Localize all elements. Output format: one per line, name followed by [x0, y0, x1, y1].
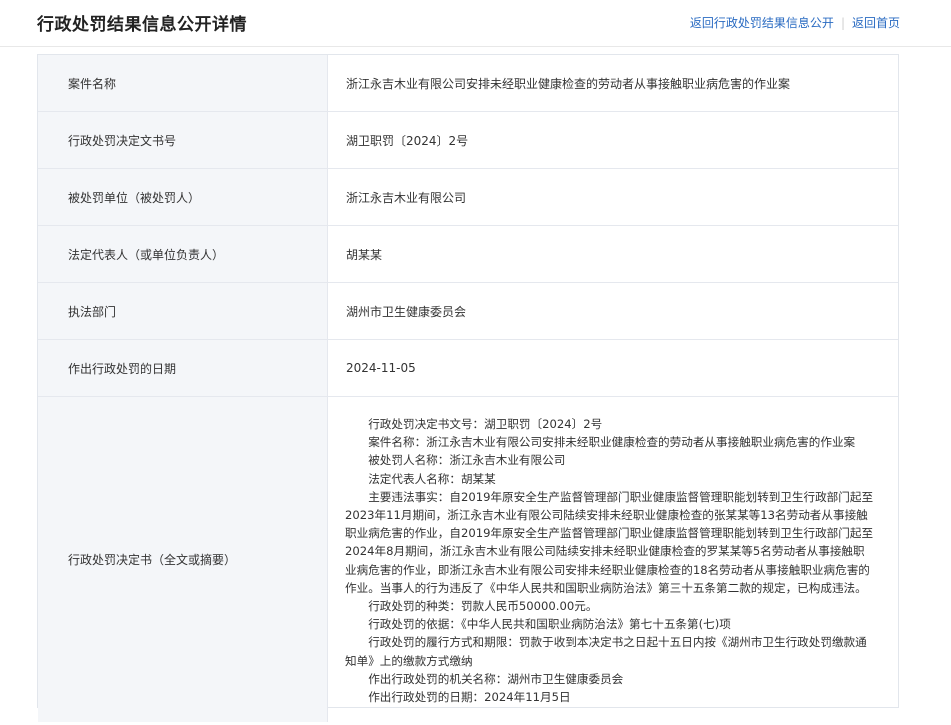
- decision-paragraph: 法定代表人名称：胡某某: [368, 471, 496, 486]
- decision-paragraph: 案件名称：浙江永吉木业有限公司安排未经职业健康检查的劳动者从事接触职业病危害的作…: [368, 435, 856, 450]
- header-links: 返回行政处罚结果信息公开 | 返回首页: [690, 14, 900, 31]
- field-label-penalized-party: 被处罚单位（被处罚人）: [38, 168, 328, 226]
- field-value-penalized-party: 浙江永吉木业有限公司: [327, 168, 898, 226]
- field-label-document-number: 行政处罚决定文书号: [38, 111, 328, 169]
- decision-paragraph: 作出行政处罚的机关名称：湖州市卫生健康委员会: [368, 671, 624, 686]
- field-value-document-number: 湖卫职罚〔2024〕2号: [327, 111, 898, 169]
- table-row: 作出行政处罚的日期 2024-11-05: [38, 339, 898, 397]
- field-label-case-name: 案件名称: [38, 55, 328, 112]
- detail-card: 案件名称 浙江永吉木业有限公司安排未经职业健康检查的劳动者从事接触职业病危害的作…: [37, 54, 899, 723]
- field-label-legal-representative: 法定代表人（或单位负责人）: [38, 225, 328, 283]
- decision-paragraph: 被处罚人名称：浙江永吉木业有限公司: [368, 453, 566, 468]
- field-label-full-text: 行政处罚决定书（全文或摘要）: [38, 396, 328, 723]
- table-row: 行政处罚决定文书号 湖卫职罚〔2024〕2号: [38, 111, 898, 169]
- table-row: 法定代表人（或单位负责人） 胡某某: [38, 225, 898, 283]
- table-row: 行政处罚决定书（全文或摘要） 行政处罚决定书文号：湖卫职罚〔2024〕2号 案件…: [38, 396, 899, 723]
- decision-paragraph: 行政处罚的依据：《中华人民共和国职业病防治法》第七十五条第(七)项: [368, 617, 731, 632]
- decision-paragraph: 作出行政处罚的日期：2024年11月5日: [368, 690, 571, 705]
- field-value-legal-representative: 胡某某: [327, 225, 898, 283]
- link-divider: |: [840, 15, 845, 30]
- field-label-enforcement-department: 执法部门: [38, 282, 328, 340]
- field-value-enforcement-department: 湖州市卫生健康委员会: [327, 282, 898, 340]
- decision-paragraph: 主要违法事实：自2019年原安全生产监督管理部门职业健康监督管理职能划转到卫生行…: [345, 489, 874, 595]
- table-row: 执法部门 湖州市卫生健康委员会: [38, 282, 898, 340]
- page-title: 行政处罚结果信息公开详情: [37, 15, 247, 35]
- table-row: 被处罚单位（被处罚人） 浙江永吉木业有限公司: [38, 168, 898, 226]
- field-value-case-name: 浙江永吉木业有限公司安排未经职业健康检查的劳动者从事接触职业病危害的作业案: [327, 55, 898, 112]
- decision-paragraph: 行政处罚决定书文号：湖卫职罚〔2024〕2号: [368, 417, 603, 431]
- detail-table: 案件名称 浙江永吉木业有限公司安排未经职业健康检查的劳动者从事接触职业病危害的作…: [38, 55, 899, 723]
- field-label-decision-date: 作出行政处罚的日期: [38, 339, 328, 397]
- back-to-list-link[interactable]: 返回行政处罚结果信息公开: [690, 14, 834, 31]
- home-link[interactable]: 返回首页: [852, 14, 900, 31]
- field-value-full-text: 行政处罚决定书文号：湖卫职罚〔2024〕2号 案件名称：浙江永吉木业有限公司安排…: [328, 397, 899, 723]
- field-value-decision-date: 2024-11-05: [327, 339, 898, 397]
- decision-paragraph: 行政处罚的种类：罚款人民币50000.00元。: [368, 599, 598, 614]
- page-header: 行政处罚结果信息公开详情 返回行政处罚结果信息公开 | 返回首页: [0, 0, 951, 47]
- table-row: 案件名称 浙江永吉木业有限公司安排未经职业健康检查的劳动者从事接触职业病危害的作…: [38, 55, 898, 112]
- decision-paragraph: 行政处罚的履行方式和期限：罚款于收到本决定书之日起十五日内按《湖州市卫生行政处罚…: [345, 635, 867, 668]
